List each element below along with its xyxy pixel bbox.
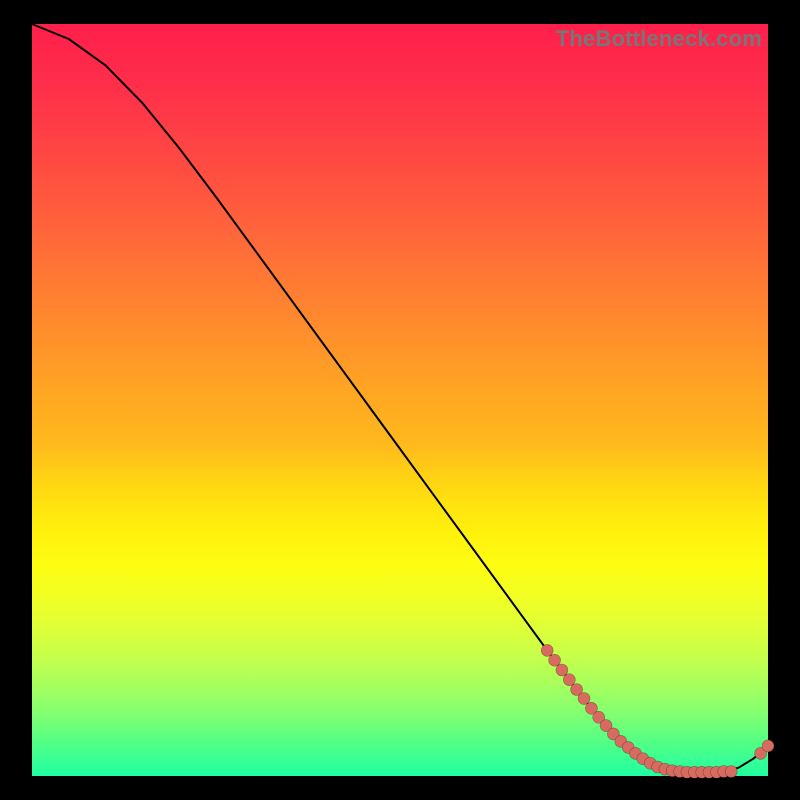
scatter-dot — [725, 766, 737, 778]
scatter-dot — [762, 740, 774, 752]
chart-stage: TheBottleneck.com — [0, 0, 800, 800]
curve-line — [32, 24, 768, 772]
plot-area: TheBottleneck.com — [32, 24, 768, 776]
scatter-dot — [556, 664, 568, 676]
scatter-dot — [578, 693, 590, 705]
scatter-dots — [541, 644, 774, 778]
scatter-dot — [549, 654, 561, 666]
scatter-dot — [541, 644, 553, 656]
chart-svg — [32, 24, 768, 776]
scatter-dot — [563, 674, 575, 686]
